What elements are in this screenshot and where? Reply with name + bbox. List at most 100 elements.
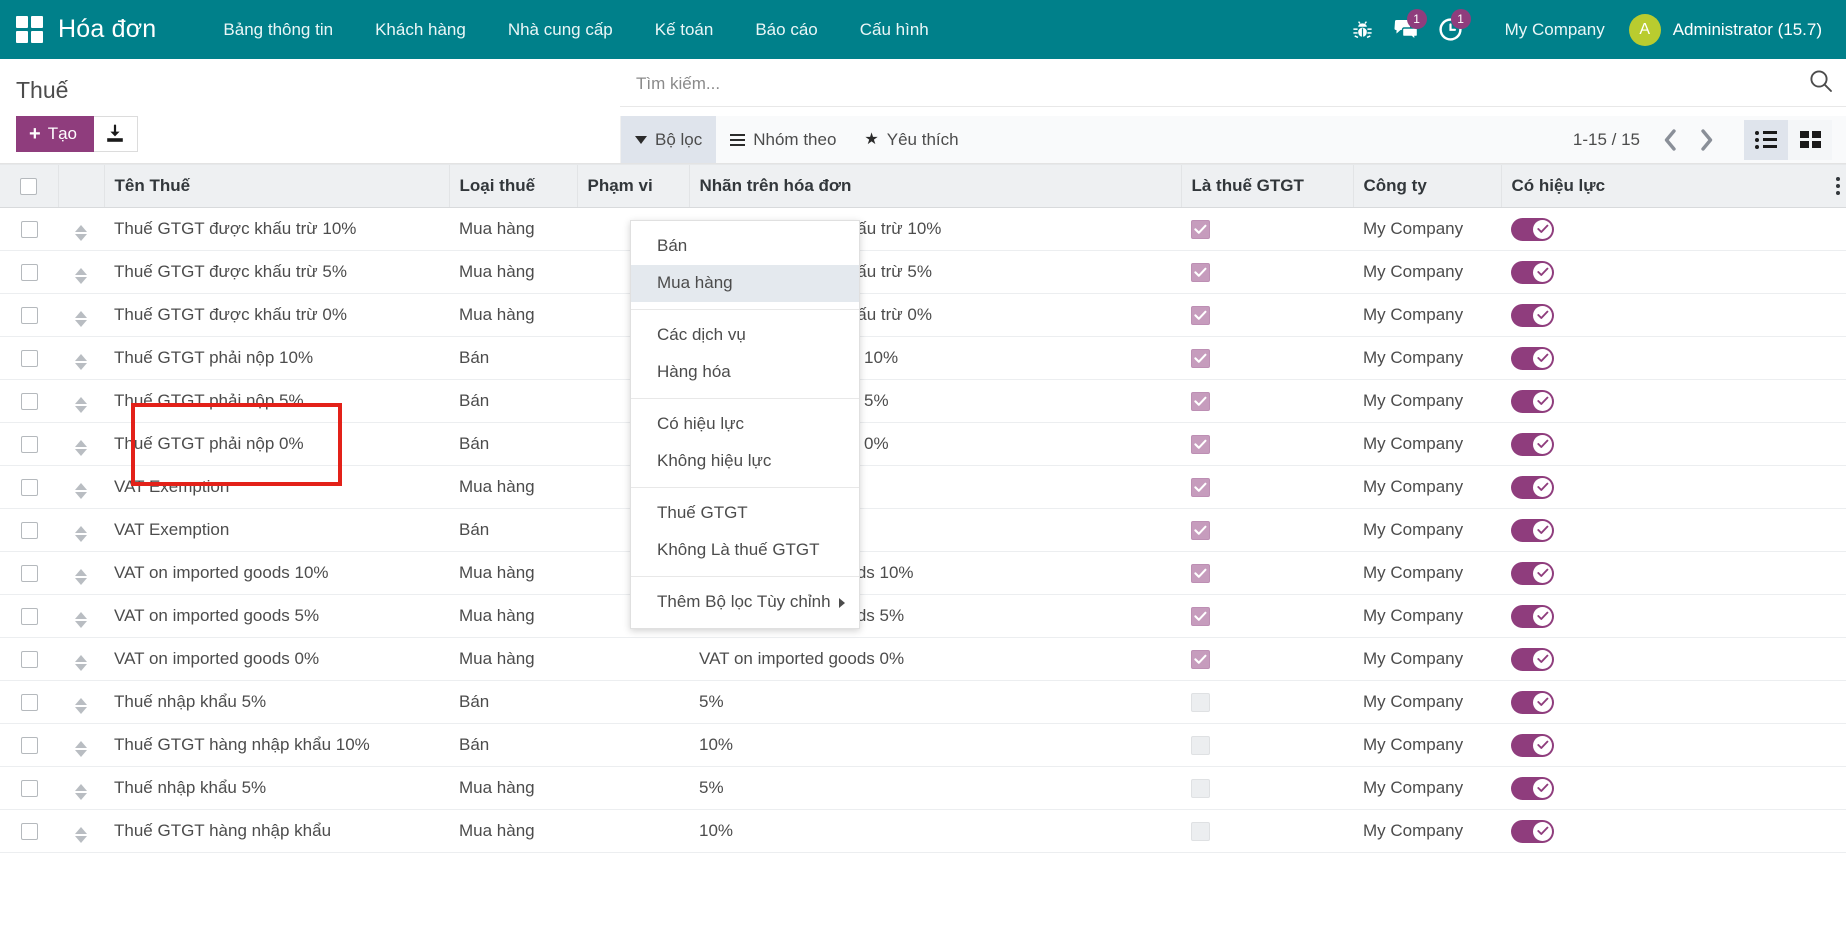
is-vat-checkbox[interactable] xyxy=(1191,607,1210,626)
row-select-checkbox[interactable] xyxy=(21,307,38,324)
cell-company[interactable]: My Company xyxy=(1353,767,1501,810)
cell-scope[interactable] xyxy=(577,767,689,810)
cell-company[interactable]: My Company xyxy=(1353,595,1501,638)
row-select-checkbox[interactable] xyxy=(21,264,38,281)
filter-item-inactive[interactable]: Không hiệu lực xyxy=(631,443,859,480)
drag-handle-icon[interactable] xyxy=(75,655,87,671)
nav-item-customers[interactable]: Khách hàng xyxy=(354,0,487,59)
filter-item-add-custom-filter[interactable]: Thêm Bộ lọc Tùy chỉnh xyxy=(631,584,859,621)
nav-item-accounting[interactable]: Kế toán xyxy=(634,0,735,59)
cell-is-vat[interactable] xyxy=(1181,251,1353,294)
active-toggle[interactable] xyxy=(1511,390,1554,413)
cell-company[interactable]: My Company xyxy=(1353,466,1501,509)
nav-item-dashboard[interactable]: Bảng thông tin xyxy=(202,0,354,59)
cell-type[interactable]: Bán xyxy=(449,681,577,724)
cell-active[interactable] xyxy=(1501,724,1846,767)
is-vat-checkbox[interactable] xyxy=(1191,306,1210,325)
nav-item-reporting[interactable]: Báo cáo xyxy=(734,0,838,59)
is-vat-checkbox[interactable] xyxy=(1191,392,1210,411)
cell-name[interactable]: VAT Exemption xyxy=(104,466,449,509)
cell-is-vat[interactable] xyxy=(1181,294,1353,337)
cell-active[interactable] xyxy=(1501,208,1846,251)
cell-is-vat[interactable] xyxy=(1181,466,1353,509)
row-select-checkbox[interactable] xyxy=(21,694,38,711)
filter-item-services[interactable]: Các dịch vụ xyxy=(631,317,859,354)
cell-company[interactable]: My Company xyxy=(1353,337,1501,380)
table-row[interactable]: Thuế GTGT hàng nhập khẩu 10%Bán10%My Com… xyxy=(0,724,1846,767)
pager-counter[interactable]: 1-15 / 15 xyxy=(1573,130,1650,150)
active-toggle[interactable] xyxy=(1511,648,1554,671)
cell-company[interactable]: My Company xyxy=(1353,251,1501,294)
column-header-active[interactable]: Có hiệu lực xyxy=(1501,165,1846,208)
chevron-right-icon[interactable] xyxy=(1690,122,1722,158)
is-vat-checkbox[interactable] xyxy=(1191,435,1210,454)
active-toggle[interactable] xyxy=(1511,347,1554,370)
cell-company[interactable]: My Company xyxy=(1353,724,1501,767)
cell-is-vat[interactable] xyxy=(1181,552,1353,595)
cell-scope[interactable] xyxy=(577,810,689,853)
cell-type[interactable]: Bán xyxy=(449,423,577,466)
is-vat-checkbox[interactable] xyxy=(1191,779,1210,798)
drag-handle-icon[interactable] xyxy=(75,311,87,327)
chevron-left-icon[interactable] xyxy=(1654,122,1686,158)
cell-type[interactable]: Mua hàng xyxy=(449,251,577,294)
row-select-checkbox[interactable] xyxy=(21,565,38,582)
is-vat-checkbox[interactable] xyxy=(1191,478,1210,497)
cell-active[interactable] xyxy=(1501,595,1846,638)
active-toggle[interactable] xyxy=(1511,519,1554,542)
cell-company[interactable]: My Company xyxy=(1353,294,1501,337)
cell-company[interactable]: My Company xyxy=(1353,208,1501,251)
cell-company[interactable]: My Company xyxy=(1353,509,1501,552)
cell-active[interactable] xyxy=(1501,423,1846,466)
column-header-type[interactable]: Loại thuế xyxy=(449,165,577,208)
row-select-checkbox[interactable] xyxy=(21,479,38,496)
table-row[interactable]: VAT on imported goods 10%Mua hàngVAT on … xyxy=(0,552,1846,595)
cell-name[interactable]: Thuế nhập khẩu 5% xyxy=(104,681,449,724)
cell-name[interactable]: VAT Exemption xyxy=(104,509,449,552)
table-row[interactable]: Thuế nhập khẩu 5%Mua hàng5%My Company xyxy=(0,767,1846,810)
cell-invoice-label[interactable]: 5% xyxy=(689,767,1181,810)
drag-handle-icon[interactable] xyxy=(75,827,87,843)
cell-active[interactable] xyxy=(1501,337,1846,380)
drag-handle-icon[interactable] xyxy=(75,354,87,370)
column-header-scope[interactable]: Phạm vi xyxy=(577,165,689,208)
cell-active[interactable] xyxy=(1501,380,1846,423)
is-vat-checkbox[interactable] xyxy=(1191,220,1210,239)
table-row[interactable]: Thuế GTGT phải nộp 5%BánThuế GTGT phải n… xyxy=(0,380,1846,423)
column-header-invoice-label[interactable]: Nhãn trên hóa đơn xyxy=(689,165,1181,208)
drag-handle-icon[interactable] xyxy=(75,698,87,714)
cell-invoice-label[interactable]: VAT on imported goods 0% xyxy=(689,638,1181,681)
search-input[interactable] xyxy=(634,73,1836,95)
drag-handle-icon[interactable] xyxy=(75,483,87,499)
cell-type[interactable]: Mua hàng xyxy=(449,767,577,810)
activities-clock-icon[interactable]: 1 xyxy=(1429,0,1473,59)
cell-type[interactable]: Bán xyxy=(449,509,577,552)
table-row[interactable]: Thuế GTGT phải nộp 0%BánThuế GTGT phải n… xyxy=(0,423,1846,466)
cell-type[interactable]: Mua hàng xyxy=(449,595,577,638)
cell-type[interactable]: Bán xyxy=(449,337,577,380)
cell-invoice-label[interactable]: 10% xyxy=(689,724,1181,767)
cell-active[interactable] xyxy=(1501,251,1846,294)
drag-handle-icon[interactable] xyxy=(75,569,87,585)
active-toggle[interactable] xyxy=(1511,734,1554,757)
table-row[interactable]: VAT ExemptionBánVAT ExemptionMy Company xyxy=(0,509,1846,552)
table-row[interactable]: VAT ExemptionMua hàngVAT ExemptionMy Com… xyxy=(0,466,1846,509)
options-dots-icon[interactable] xyxy=(1836,177,1840,195)
active-toggle[interactable] xyxy=(1511,777,1554,800)
drag-handle-icon[interactable] xyxy=(75,741,87,757)
messages-icon[interactable]: 1 xyxy=(1385,0,1429,59)
is-vat-checkbox[interactable] xyxy=(1191,521,1210,540)
active-toggle[interactable] xyxy=(1511,261,1554,284)
cell-scope[interactable] xyxy=(577,681,689,724)
search-icon[interactable] xyxy=(1808,68,1834,94)
is-vat-checkbox[interactable] xyxy=(1191,822,1210,841)
is-vat-checkbox[interactable] xyxy=(1191,564,1210,583)
cell-company[interactable]: My Company xyxy=(1353,681,1501,724)
cell-name[interactable]: VAT on imported goods 5% xyxy=(104,595,449,638)
cell-is-vat[interactable] xyxy=(1181,509,1353,552)
active-toggle[interactable] xyxy=(1511,476,1554,499)
cell-type[interactable]: Mua hàng xyxy=(449,638,577,681)
company-switcher[interactable]: My Company xyxy=(1473,20,1629,40)
cell-type[interactable]: Bán xyxy=(449,380,577,423)
cell-is-vat[interactable] xyxy=(1181,810,1353,853)
